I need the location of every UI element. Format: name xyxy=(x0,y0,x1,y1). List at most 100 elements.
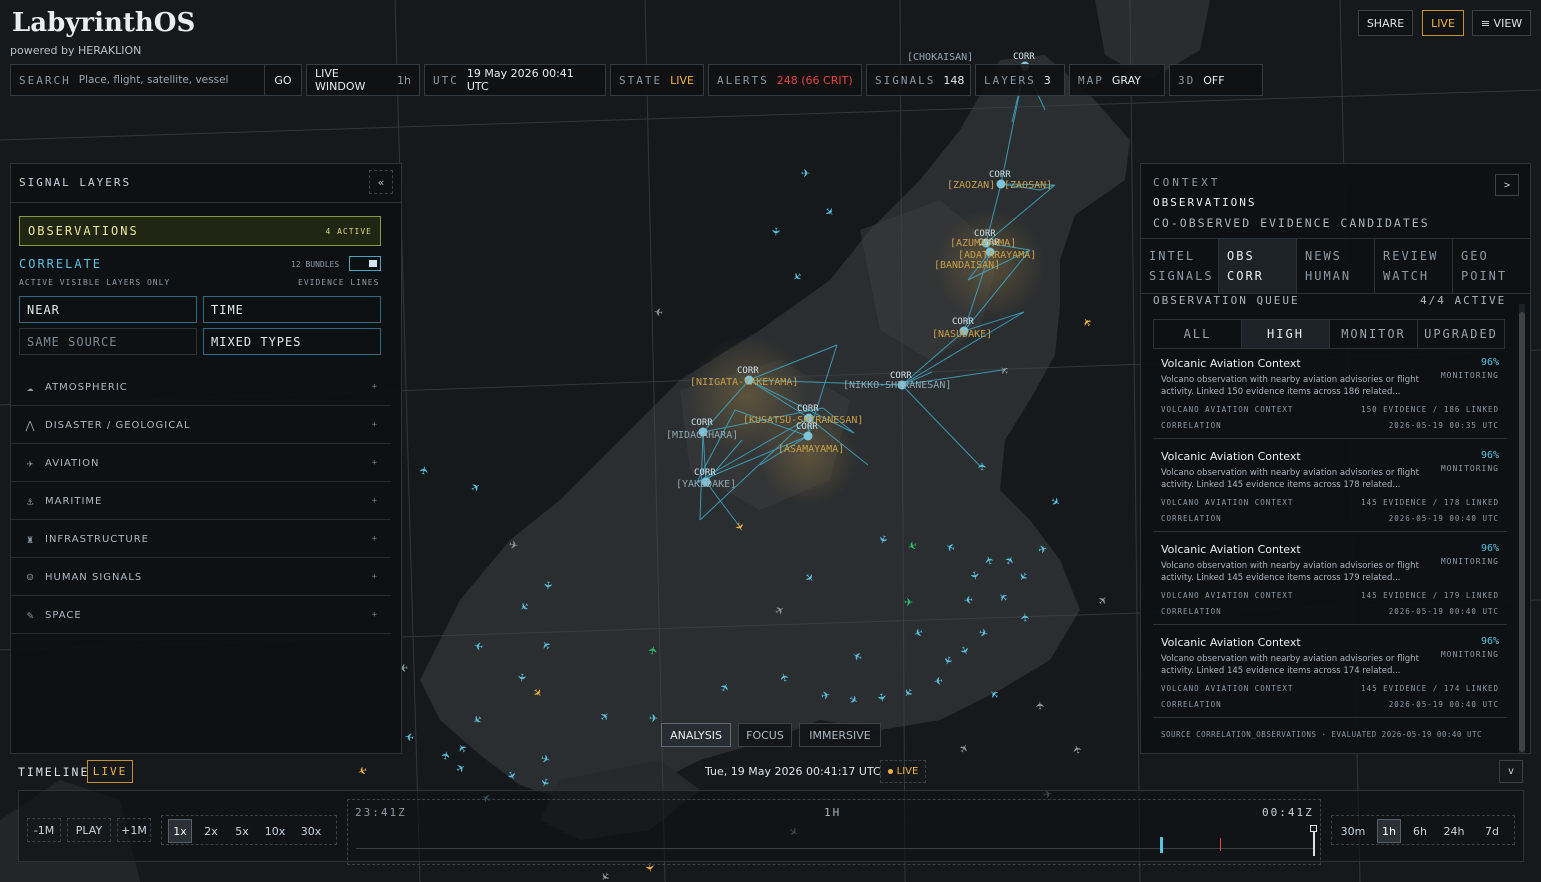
speed-30x[interactable]: 30x xyxy=(296,819,326,843)
speed-5x[interactable]: 5x xyxy=(230,819,254,843)
observations-layer-toggle[interactable]: OBSERVATIONS 4 ACTIVE xyxy=(19,216,381,246)
airplane-icon[interactable]: ✈ xyxy=(1034,701,1047,711)
range-6h[interactable]: 6h xyxy=(1408,819,1432,843)
airplane-icon[interactable]: ✈ xyxy=(904,596,913,609)
expand-icon[interactable]: + xyxy=(372,572,377,582)
range-24h[interactable]: 24h xyxy=(1438,819,1470,843)
volcano-label[interactable]: [AZUMAYAMA] xyxy=(950,238,1016,249)
live-window-selector[interactable]: LIVE WINDOW 1h xyxy=(306,64,420,96)
range-30m[interactable]: 30m xyxy=(1336,819,1370,843)
expand-icon[interactable]: + xyxy=(372,496,377,506)
timeline-datetime: Tue, 19 May 2026 00:41:17 UTC xyxy=(705,765,881,778)
filter-near[interactable]: NEAR xyxy=(19,296,197,323)
expand-icon[interactable]: + xyxy=(372,420,377,430)
volcano-label[interactable]: [ZAOZAN] xyxy=(947,180,995,191)
volcano-label[interactable]: [BANDAISAN] xyxy=(934,260,1000,271)
volcano-label[interactable]: [MIDAGAHARA] xyxy=(666,430,738,441)
mode-analysis-button[interactable]: ANALYSIS xyxy=(661,723,731,747)
volcano-label[interactable]: [KUSATSU-SHIRANESAN] xyxy=(743,415,863,426)
airplane-icon[interactable]: ✈ xyxy=(963,592,974,606)
layers-indicator[interactable]: LAYERS 3 xyxy=(975,64,1065,96)
tab-geo-point[interactable]: GEO POINT xyxy=(1453,239,1530,293)
airplane-icon[interactable]: ✈ xyxy=(769,227,783,237)
filter-high[interactable]: HIGH xyxy=(1242,320,1330,348)
search-input[interactable]: Place, flight, satellite, vessel xyxy=(79,74,256,86)
observation-card[interactable]: Volcanic Aviation Context 96% MONITORING… xyxy=(1153,444,1507,532)
range-7d[interactable]: 7d xyxy=(1478,819,1506,843)
mode-immersive-button[interactable]: IMMERSIVE xyxy=(799,723,881,747)
filter-all[interactable]: ALL xyxy=(1154,320,1242,348)
airplane-icon[interactable]: ✈ xyxy=(653,304,664,318)
airplane-icon[interactable]: ✈ xyxy=(541,580,555,590)
view-menu-button[interactable]: ≡ VIEW xyxy=(1472,10,1531,36)
category-aviation[interactable]: ✈ AVIATION + xyxy=(11,445,391,482)
3d-toggle[interactable]: 3D OFF xyxy=(1169,64,1263,96)
playhead[interactable] xyxy=(1313,828,1315,856)
category-human-signals[interactable]: ☺ HUMAN SIGNALS + xyxy=(11,559,391,596)
airplane-icon[interactable]: ✈ xyxy=(933,674,944,688)
airplane-icon[interactable]: ✈ xyxy=(515,672,529,683)
speed-2x[interactable]: 2x xyxy=(199,819,223,843)
volcano-label[interactable]: [YAKEDAKE] xyxy=(676,479,736,490)
correlation-node[interactable] xyxy=(803,431,813,441)
correlate-toggle[interactable] xyxy=(349,256,381,271)
range-1h[interactable]: 1h xyxy=(1377,819,1401,843)
alert-marker[interactable] xyxy=(1220,838,1221,851)
expand-icon[interactable]: + xyxy=(372,458,377,468)
category-infrastructure[interactable]: ♜ INFRASTRUCTURE + xyxy=(11,521,391,558)
tab-news-human[interactable]: NEWS HUMAN xyxy=(1297,239,1375,293)
forward-button[interactable]: +1M xyxy=(117,818,151,842)
timeline-collapse-button[interactable]: v xyxy=(1499,760,1523,783)
airplane-icon[interactable]: ✈ xyxy=(649,712,659,725)
map-style-selector[interactable]: MAP GRAY xyxy=(1069,64,1165,96)
airplane-icon[interactable]: ✈ xyxy=(976,462,989,471)
signals-value: 148 xyxy=(943,73,965,87)
volcano-label[interactable]: [CHOKAISAN] xyxy=(907,52,973,63)
tab-review-watch[interactable]: REVIEW WATCH xyxy=(1375,239,1453,293)
event-marker[interactable] xyxy=(1160,837,1163,853)
search-go-button[interactable]: GO xyxy=(264,65,301,95)
category-space[interactable]: ✎ SPACE + xyxy=(11,597,391,634)
filter-same-source[interactable]: SAME SOURCE xyxy=(19,328,197,355)
volcano-label[interactable]: [ASAMAYAMA] xyxy=(778,444,844,455)
observation-card[interactable]: Volcanic Aviation Context 96% MONITORING… xyxy=(1153,537,1507,625)
volcano-label[interactable]: [NASUDAKE] xyxy=(932,329,992,340)
airplane-icon[interactable]: ✈ xyxy=(1019,612,1032,622)
rewind-button[interactable]: -1M xyxy=(27,818,61,842)
tab-obs-corr[interactable]: OBS CORR xyxy=(1219,239,1297,293)
filter-upgraded[interactable]: UPGRADED xyxy=(1418,320,1504,348)
expand-icon[interactable]: + xyxy=(372,534,377,544)
corr-label: CORR xyxy=(1013,52,1035,62)
speed-1x[interactable]: 1x xyxy=(168,819,192,843)
expand-icon[interactable]: + xyxy=(372,610,377,620)
live-button[interactable]: LIVE xyxy=(1422,10,1464,36)
play-button[interactable]: PLAY xyxy=(67,818,111,842)
collapse-panel-button[interactable]: « xyxy=(369,170,393,194)
category-atmospheric[interactable]: ☁ ATMOSPHERIC + xyxy=(11,369,391,406)
tab-intel-signals[interactable]: INTEL SIGNALS xyxy=(1141,239,1219,293)
category-maritime[interactable]: ⚓ MARITIME + xyxy=(11,483,391,520)
timeline-scrubber[interactable]: 23:41Z 1H 00:41Z xyxy=(347,799,1321,865)
filter-time[interactable]: TIME xyxy=(203,296,381,323)
observation-card[interactable]: Volcanic Aviation Context 96% MONITORING… xyxy=(1153,351,1507,439)
alerts-indicator[interactable]: ALERTS 248 (66 CRIT) xyxy=(708,64,862,96)
expand-icon[interactable]: + xyxy=(372,382,377,392)
volcano-label[interactable]: [NIKKO-SHIRANESAN] xyxy=(843,380,951,391)
expand-panel-button[interactable]: > xyxy=(1495,174,1519,196)
signals-indicator[interactable]: SIGNALS 148 xyxy=(866,64,971,96)
mode-focus-button[interactable]: FOCUS xyxy=(738,723,792,747)
timeline-live-badge[interactable]: LIVE xyxy=(87,760,133,783)
volcano-label[interactable]: [NIIGATA-YAKEYAMA] xyxy=(690,377,798,388)
filter-monitor[interactable]: MONITOR xyxy=(1330,320,1418,348)
airplane-icon[interactable]: ✈ xyxy=(801,167,810,180)
scrollbar-thumb[interactable] xyxy=(1519,312,1525,752)
observation-card[interactable]: Volcanic Aviation Context 96% MONITORING… xyxy=(1153,630,1507,718)
playhead-handle[interactable] xyxy=(1310,825,1317,832)
scrollbar-track[interactable] xyxy=(1519,304,1525,753)
category-disaster-geological[interactable]: ⋀ DISASTER / GEOLOGICAL + xyxy=(11,407,391,444)
volcano-label[interactable]: [ZAOSAN] xyxy=(1004,180,1052,191)
speed-10x[interactable]: 10x xyxy=(261,819,289,843)
category-label: ATMOSPHERIC xyxy=(45,381,128,393)
share-button[interactable]: SHARE xyxy=(1358,10,1413,36)
filter-mixed-types[interactable]: MIXED TYPES xyxy=(203,328,381,355)
